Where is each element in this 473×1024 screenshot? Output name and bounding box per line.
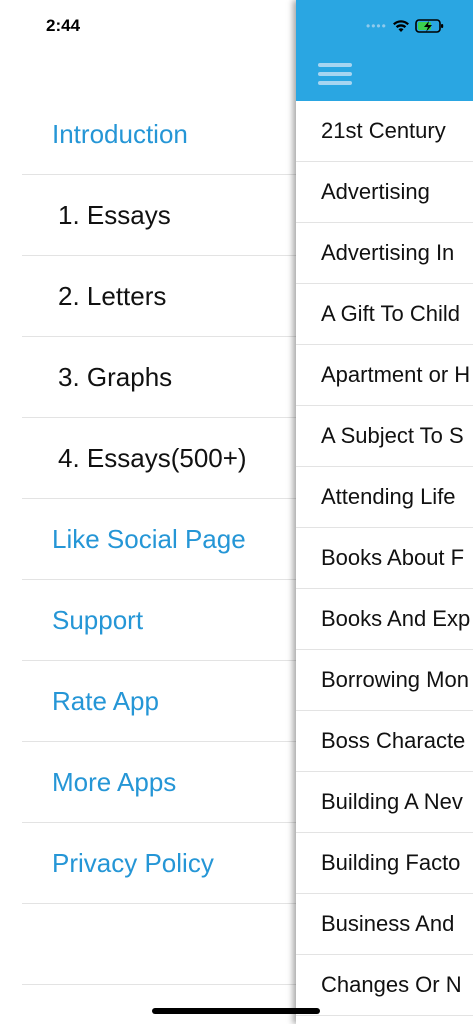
- list-item-label: Changes Or N: [321, 972, 462, 997]
- list-item-label: 21st Century: [321, 118, 446, 143]
- hamburger-icon[interactable]: [318, 63, 352, 89]
- list-item-label: Advertising: [321, 179, 430, 204]
- list-item-label: Advertising In: [321, 240, 455, 265]
- menu-item-label: 2. Letters: [58, 280, 167, 311]
- list-item[interactable]: Borrowing Mon: [296, 650, 473, 711]
- menu-item-label: 4. Essays(500+): [58, 442, 247, 473]
- navigation-bar: ••••: [296, 0, 473, 101]
- list-item[interactable]: 21st Century: [296, 101, 473, 162]
- list-item[interactable]: A Gift To Child: [296, 284, 473, 345]
- menu-item-essays[interactable]: 1. Essays: [22, 175, 296, 256]
- menu-item-label: More Apps: [52, 766, 177, 797]
- menu-item-graphs[interactable]: 3. Graphs: [22, 337, 296, 418]
- menu-item-label: Rate App: [52, 685, 159, 716]
- menu-item-privacy-policy[interactable]: Privacy Policy: [22, 823, 296, 904]
- list-item[interactable]: Books About F: [296, 528, 473, 589]
- list-item[interactable]: Building A Nev: [296, 772, 473, 833]
- menu-item-letters[interactable]: 2. Letters: [22, 256, 296, 337]
- list-item[interactable]: Books And Exp: [296, 589, 473, 650]
- list-item[interactable]: Building Facto: [296, 833, 473, 894]
- menu-item-label: 1. Essays: [58, 199, 171, 230]
- list-item-label: Business And: [321, 911, 455, 936]
- menu-item-support[interactable]: Support: [22, 580, 296, 661]
- list-item[interactable]: Boss Characte: [296, 711, 473, 772]
- list-item-label: A Gift To Child: [321, 301, 460, 326]
- status-time: 2:44: [46, 16, 81, 35]
- list-item[interactable]: A Subject To S: [296, 406, 473, 467]
- list-item[interactable]: Changes Or N: [296, 955, 473, 1016]
- list-item-label: Apartment or H: [321, 362, 471, 387]
- menu-item-label: Like Social Page: [52, 523, 246, 554]
- list-item-label: Borrowing Mon: [321, 667, 469, 692]
- menu-item-label: Introduction: [52, 118, 188, 149]
- list-item[interactable]: Business And: [296, 894, 473, 955]
- menu-item-essays-500[interactable]: 4. Essays(500+): [22, 418, 296, 499]
- list-item-label: A Subject To S: [321, 423, 464, 448]
- list-item-label: Books And Exp: [321, 606, 471, 631]
- content-panel: •••• 21st Century Advertising Advertisin…: [296, 0, 473, 1024]
- menu-item-introduction[interactable]: Introduction: [22, 94, 296, 175]
- menu-item-more-apps[interactable]: More Apps: [22, 742, 296, 823]
- list-item-label: Building Facto: [321, 850, 461, 875]
- battery-charging-icon: [415, 19, 444, 33]
- list-item[interactable]: Attending Life: [296, 467, 473, 528]
- status-bar-left: 2:44: [0, 0, 296, 52]
- home-indicator: [152, 1008, 320, 1014]
- list-item-label: Boss Characte: [321, 728, 466, 753]
- menu-item-rate-app[interactable]: Rate App: [22, 661, 296, 742]
- list-item[interactable]: Advertising In: [296, 223, 473, 284]
- list-item-label: Building A Nev: [321, 789, 463, 814]
- side-menu: Introduction 1. Essays 2. Letters 3. Gra…: [22, 94, 296, 985]
- list-item[interactable]: Apartment or H: [296, 345, 473, 406]
- menu-item-like-social-page[interactable]: Like Social Page: [22, 499, 296, 580]
- cellular-signal-icon: ••••: [366, 19, 387, 33]
- menu-item-empty: [22, 904, 296, 985]
- list-item[interactable]: Advertising: [296, 162, 473, 223]
- list-item-label: Attending Life: [321, 484, 456, 509]
- menu-item-label: Privacy Policy: [52, 847, 214, 878]
- topic-list: 21st Century Advertising Advertising In …: [296, 101, 473, 1016]
- wifi-icon: [392, 20, 409, 32]
- menu-item-label: 3. Graphs: [58, 361, 173, 392]
- list-item-label: Books About F: [321, 545, 465, 570]
- menu-item-label: Support: [52, 604, 144, 635]
- status-icons: ••••: [366, 16, 445, 36]
